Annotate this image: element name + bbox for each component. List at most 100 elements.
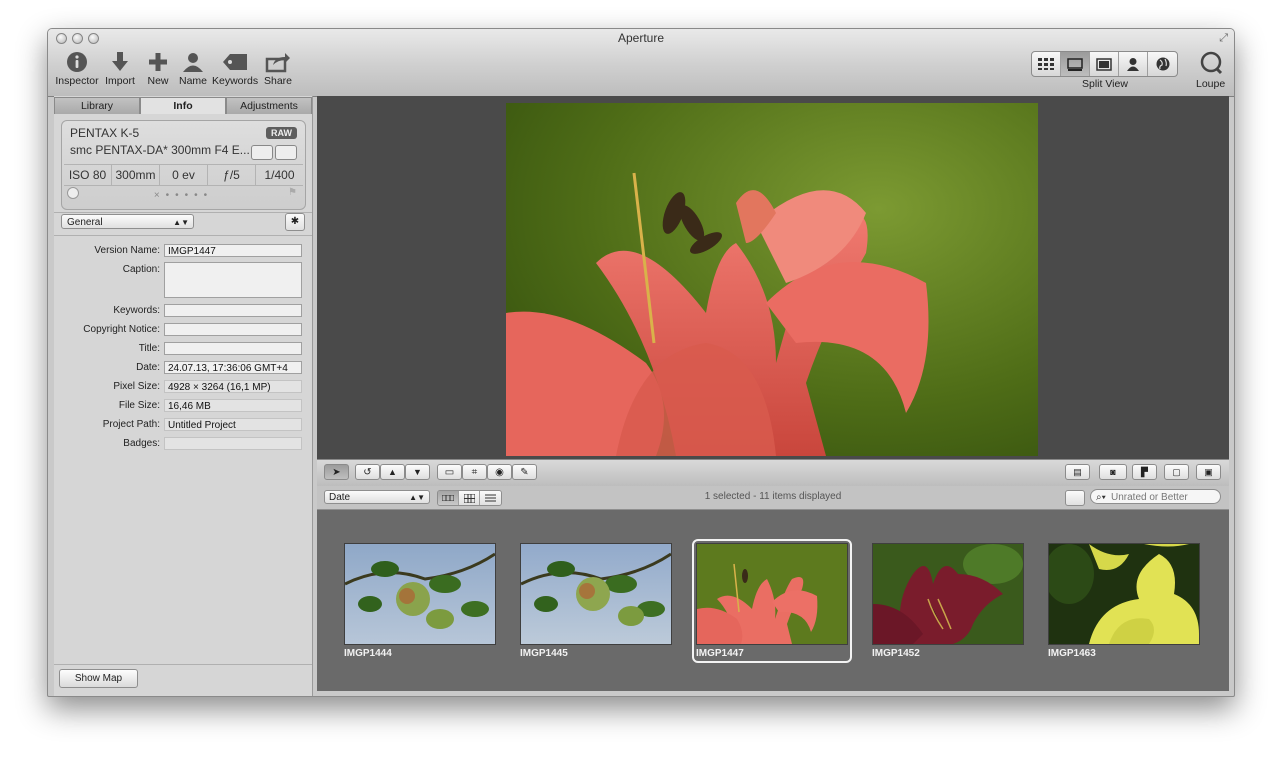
straighten-icon: ▭ <box>444 466 455 478</box>
project-path-label: Project Path: <box>102 419 160 430</box>
thumbnail-caption: IMGP1445 <box>520 648 568 659</box>
filter-hud-button[interactable] <box>1065 490 1085 506</box>
version-name-field[interactable]: IMGP1447 <box>164 244 302 257</box>
exif-exposure-bias: 0 ev <box>160 165 208 185</box>
copyright-label: Copyright Notice: <box>83 324 160 335</box>
camera-model: PENTAX K-5 <box>70 126 140 140</box>
thumbnail-item[interactable]: IMGP1463 <box>1048 543 1200 659</box>
tag-icon <box>223 54 247 70</box>
title-bar: Aperture ⤢ Inspector Import New Name Key… <box>48 29 1234 97</box>
exif-shutter: 1/400 <box>264 168 295 182</box>
inspector-button[interactable]: Inspector <box>54 51 100 87</box>
viewer-view-button[interactable] <box>1090 52 1119 76</box>
file-size-label: File Size: <box>118 400 160 411</box>
globe-icon <box>1156 57 1169 71</box>
keywords-field-label: Keywords: <box>113 305 160 316</box>
import-button[interactable]: Import <box>102 51 138 87</box>
share-button[interactable]: Share <box>262 51 294 87</box>
toolbar-action-5[interactable]: ▣ <box>1196 464 1221 480</box>
window-title: Aperture <box>617 31 665 45</box>
camera-icon: ◙ <box>1110 467 1116 477</box>
thumbnail-item[interactable]: IMGP1452 <box>872 543 1024 659</box>
white-balance-icon <box>275 145 297 160</box>
caption-label: Caption: <box>122 264 160 275</box>
title-field[interactable] <box>164 342 302 355</box>
gear-icon: ✱ <box>290 216 300 227</box>
gear-button[interactable]: ✱ <box>285 213 305 231</box>
inspector-label: Inspector <box>55 75 99 87</box>
tab-library[interactable]: Library <box>54 97 140 114</box>
copyright-field[interactable] <box>164 323 302 336</box>
info-icon <box>67 52 87 72</box>
select-tool-button[interactable]: ➤ <box>324 464 349 480</box>
viewer-icon <box>1096 57 1112 71</box>
browser-view-button[interactable] <box>1032 52 1061 76</box>
view-mode-segmented-control[interactable] <box>1031 51 1178 77</box>
name-button[interactable]: Name <box>178 51 208 87</box>
edit-toolbar: ➤ ↺ ▲ ▼ ▭ ⌗ ◉ ✎ ▤ ◙ ▛ ▢ ▣ <box>317 459 1229 486</box>
thumbnail-item[interactable]: IMGP1445 <box>520 543 672 659</box>
photo-viewer <box>317 96 1229 459</box>
split-view-label: Split View <box>1082 78 1128 90</box>
flag-icon[interactable]: ⚑ <box>288 187 297 198</box>
lens-model: smc PENTAX-DA* 300mm F4 E... <box>70 143 250 157</box>
keywords-button[interactable]: Keywords <box>212 51 258 87</box>
toolbar-action-3[interactable]: ▛ <box>1132 464 1157 480</box>
redeye-tool-button[interactable]: ◉ <box>487 464 512 480</box>
stamp-tool-button[interactable]: ▼ <box>405 464 430 480</box>
lift-icon: ▲ <box>388 467 397 477</box>
caption-field[interactable] <box>164 262 302 298</box>
dropdown-arrow-icon: ▲▼ <box>173 218 189 227</box>
eye-icon: ◉ <box>495 466 504 478</box>
crop-tool-button[interactable]: ⌗ <box>462 464 487 480</box>
exif-aperture: ƒ/5 <box>208 165 256 185</box>
inspector-tabs: Library Info Adjustments <box>54 97 312 114</box>
split-view-button[interactable] <box>1061 52 1090 76</box>
thumbnail-item-selected[interactable]: IMGP1447 <box>692 539 852 663</box>
multi-icon: ▣ <box>1204 466 1213 477</box>
plus-icon <box>149 53 167 71</box>
import-label: Import <box>105 75 135 87</box>
rotate-tool-button[interactable]: ↺ <box>355 464 380 480</box>
fullscreen-icon[interactable]: ⤢ <box>1219 32 1228 45</box>
crop-icon: ⌗ <box>471 466 478 478</box>
keywords-field[interactable] <box>164 304 302 317</box>
project-path-value: Untitled Project <box>164 418 302 431</box>
loupe-icon <box>1200 51 1222 75</box>
toolbar-action-1[interactable]: ▤ <box>1065 464 1090 480</box>
new-label: New <box>147 75 169 87</box>
places-view-button[interactable] <box>1148 52 1177 76</box>
thumbnail-item[interactable]: IMGP1444 <box>344 543 496 659</box>
share-label: Share <box>263 75 293 87</box>
filter-search-field[interactable]: ⌕▾ Unrated or Better <box>1090 489 1221 504</box>
image-browser: IMGP1444 IMGP1445 IMGP1447 IMGP1452 IMGP… <box>317 510 1229 691</box>
stack-icon: ▤ <box>1073 466 1082 477</box>
thumbnail-caption: IMGP1463 <box>1048 648 1096 659</box>
new-button[interactable]: New <box>144 51 172 87</box>
grid-icon <box>1038 58 1054 70</box>
lift-tool-button[interactable]: ▲ <box>380 464 405 480</box>
date-field[interactable]: 24.07.13, 17:36:06 GMT+4 <box>164 361 302 374</box>
brush-tool-button[interactable]: ✎ <box>512 464 537 480</box>
tab-adjustments[interactable]: Adjustments <box>226 97 312 114</box>
search-icon: ⌕▾ <box>1096 492 1106 503</box>
faces-view-button[interactable] <box>1119 52 1148 76</box>
metadata-view-dropdown[interactable]: General ▲▼ <box>61 214 194 229</box>
show-map-button[interactable]: Show Map <box>59 669 138 688</box>
faces-icon <box>1127 58 1139 71</box>
thumbnail-image <box>872 543 1024 645</box>
thumbnail-image <box>344 543 496 645</box>
metadata-view-value: General <box>67 217 103 228</box>
loupe-button[interactable]: Loupe <box>1196 51 1225 90</box>
title-label: Title: <box>138 343 160 354</box>
person-icon <box>183 53 203 72</box>
exif-row: ISO 80 300mm 0 ev ƒ/5 1/400 <box>64 164 303 186</box>
import-arrow-icon <box>112 52 128 71</box>
straighten-tool-button[interactable]: ▭ <box>437 464 462 480</box>
toolbar-action-4[interactable]: ▢ <box>1164 464 1189 480</box>
toolbar-action-2[interactable]: ◙ <box>1099 464 1127 480</box>
main-photo[interactable] <box>506 103 1038 456</box>
rating-dots[interactable]: ×••••• <box>62 190 305 201</box>
badges-label: Badges: <box>123 438 160 449</box>
tab-info[interactable]: Info <box>140 97 226 114</box>
